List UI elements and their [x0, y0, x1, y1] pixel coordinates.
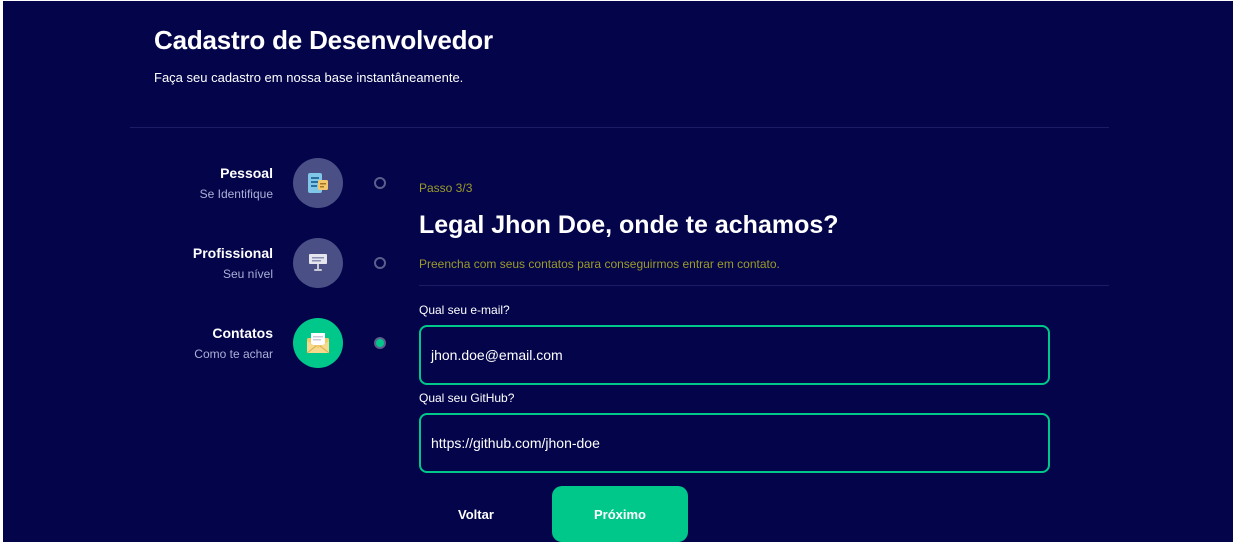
step-contatos[interactable]: Contatos Como te achar [133, 318, 403, 370]
trophy-icon [309, 254, 327, 271]
step-subtitle: Seu nível [222, 267, 273, 281]
page-title: Cadastro de Desenvolvedor [154, 25, 493, 55]
app-frame: Cadastro de Desenvolvedor Faça seu cadas… [3, 1, 1233, 542]
step-subtitle: Se Identifique [199, 187, 273, 201]
back-button[interactable]: Voltar [458, 507, 494, 522]
step-subtitle: Como te achar [194, 347, 273, 361]
step-icon-circle [293, 158, 343, 208]
email-field[interactable]: jhon.doe@email.com [419, 325, 1050, 385]
step-indicator-dot [374, 257, 386, 269]
page-subtitle: Faça seu cadastro em nossa base instantâ… [154, 70, 464, 85]
page-header: Cadastro de Desenvolvedor Faça seu cadas… [154, 25, 493, 85]
email-value: jhon.doe@email.com [431, 347, 563, 363]
github-field[interactable]: https://github.com/jhon-doe [419, 413, 1050, 473]
step-label: Pessoal Se Identifique [200, 165, 273, 201]
step-icon-circle [293, 238, 343, 288]
id-card-icon [308, 173, 328, 193]
header-divider [130, 127, 1109, 128]
step-indicator-dot [374, 177, 386, 189]
form-heading: Legal Jhon Doe, onde te achamos? [419, 211, 839, 239]
content-divider [419, 285, 1109, 286]
step-title: Pessoal [220, 165, 273, 181]
step-label: Profissional Seu nível [193, 245, 273, 281]
step-title: Contatos [212, 325, 273, 341]
form-description: Preencha com seus contatos para consegui… [419, 257, 780, 271]
email-label: Qual seu e-mail? [419, 303, 510, 317]
step-profissional[interactable]: Profissional Seu nível [133, 238, 403, 290]
step-indicator-dot [374, 337, 386, 349]
next-button[interactable]: Próximo [552, 486, 688, 542]
step-title: Profissional [192, 245, 273, 261]
form-content: Passo 3/3 Legal Jhon Doe, onde te achamo… [419, 181, 1109, 473]
step-pessoal[interactable]: Pessoal Se Identifique [133, 158, 403, 210]
step-label: Contatos Como te achar [194, 325, 273, 361]
step-counter: Passo 3/3 [419, 181, 473, 195]
envelope-icon [306, 333, 330, 354]
step-icon-circle [293, 318, 343, 368]
github-value: https://github.com/jhon-doe [431, 435, 600, 451]
github-label: Qual seu GitHub? [419, 391, 515, 405]
